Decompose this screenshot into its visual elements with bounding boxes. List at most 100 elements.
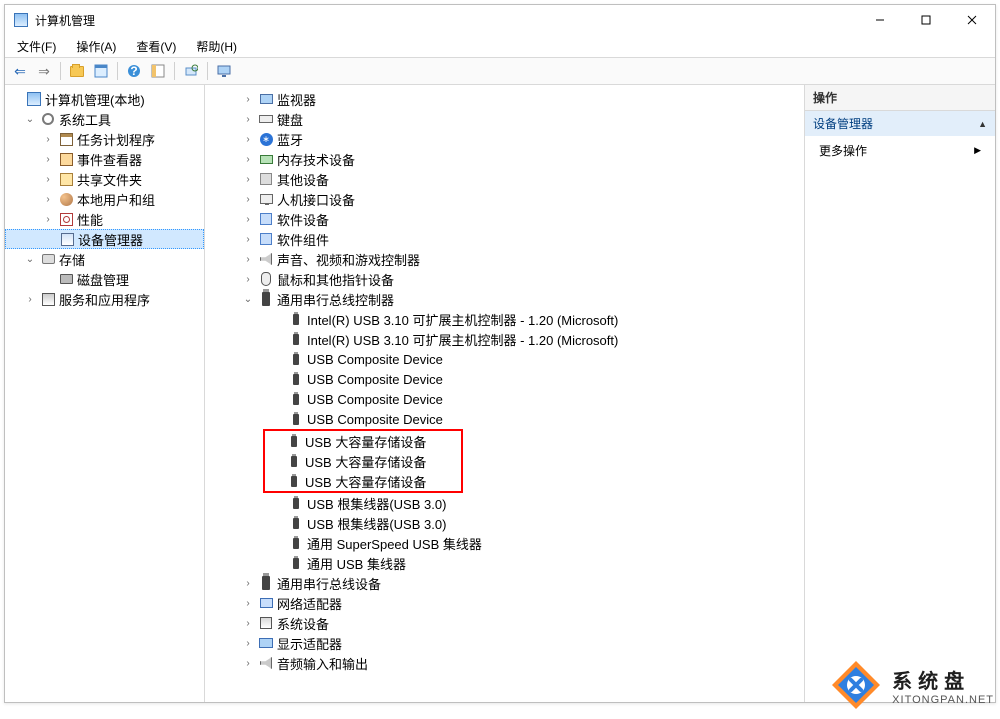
window-controls [857,5,995,35]
chevron-right-icon[interactable]: › [241,152,255,166]
hid-icon [258,191,274,207]
tree-item[interactable]: USB 大容量存储设备 [265,471,461,491]
up-folder-button[interactable] [66,60,88,82]
tree-item[interactable]: ›键盘 [205,109,804,129]
maximize-button[interactable] [903,5,949,35]
tree-item[interactable]: ›服务和应用程序 [5,289,204,309]
tree-item[interactable]: › 系统设备 [205,613,804,633]
chevron-right-icon[interactable]: › [41,132,55,146]
tree-item[interactable]: USB 大容量存储设备 [265,451,461,471]
center-tree-pane[interactable]: ›监视器›键盘›∗蓝牙›内存技术设备›其他设备›人机接口设备›软件设备›软件组件… [205,85,805,702]
tree-item[interactable]: ›性能 [5,209,204,229]
nav-back-button[interactable]: ⇐ [9,60,31,82]
tree-item[interactable]: ›鼠标和其他指针设备 [205,269,804,289]
gear-icon [40,111,56,127]
chevron-down-icon[interactable]: ⌄ [241,292,255,306]
scan-button[interactable] [180,60,202,82]
tree-item[interactable]: ›其他设备 [205,169,804,189]
chevron-right-icon[interactable]: › [41,212,55,226]
menu-view[interactable]: 查看(V) [128,36,184,57]
tree-item[interactable]: › 任务计划程序 [5,129,204,149]
chevron-right-icon[interactable]: › [41,172,55,186]
toolbar-separator [207,62,208,80]
chevron-right-icon[interactable]: › [241,132,255,146]
chevron-right-icon[interactable]: › [241,172,255,186]
tree-item[interactable]: 计算机管理(本地) [5,89,204,109]
titlebar[interactable]: 计算机管理 [5,5,995,35]
properties-button[interactable] [90,60,112,82]
tree-item[interactable]: ⌄存储 [5,249,204,269]
view-pane-button[interactable] [147,60,169,82]
device-icon [59,231,75,247]
chevron-right-icon[interactable]: › [241,636,255,650]
chevron-right-icon[interactable]: › [241,596,255,610]
chevron-right-icon[interactable]: › [241,92,255,106]
tree-item[interactable]: ›声音、视频和游戏控制器 [205,249,804,269]
tree-item-label: 系统设备 [277,614,329,633]
menu-action[interactable]: 操作(A) [68,36,124,57]
tree-item[interactable]: Intel(R) USB 3.10 可扩展主机控制器 - 1.20 (Micro… [205,329,804,349]
chevron-right-icon[interactable]: › [241,656,255,670]
chevron-right-icon[interactable]: › [241,112,255,126]
minimize-button[interactable] [857,5,903,35]
tree-item[interactable]: ›音频输入和输出 [205,653,804,673]
chevron-right-icon[interactable]: › [41,152,55,166]
tree-item[interactable]: ›人机接口设备 [205,189,804,209]
menu-help[interactable]: 帮助(H) [188,36,245,57]
expander-spacer [271,496,285,510]
tree-item[interactable]: USB 大容量存储设备 [265,431,461,451]
tree-item[interactable]: USB Composite Device [205,409,804,429]
chevron-right-icon[interactable]: › [241,212,255,226]
tree-item[interactable]: ›内存技术设备 [205,149,804,169]
left-tree-pane[interactable]: 计算机管理(本地)⌄系统工具 › 任务计划程序›事件查看器›共享文件夹›本地用户和组… [5,85,205,702]
tree-item[interactable]: ›软件组件 [205,229,804,249]
chevron-right-icon[interactable]: › [23,292,37,306]
menu-file[interactable]: 文件(F) [9,36,64,57]
actions-section[interactable]: 设备管理器 ▲ [805,111,995,136]
chevron-right-icon[interactable]: › [241,252,255,266]
tree-item[interactable]: USB 根集线器(USB 3.0) [205,513,804,533]
chevron-down-icon[interactable]: ⌄ [23,252,37,266]
chevron-right-icon[interactable]: › [241,272,255,286]
tree-item[interactable]: USB Composite Device [205,349,804,369]
tree-item[interactable]: Intel(R) USB 3.10 可扩展主机控制器 - 1.20 (Micro… [205,309,804,329]
tree-item[interactable]: ›显示适配器 [205,633,804,653]
sound-icon [258,251,274,267]
tree-item[interactable]: ⌄通用串行总线控制器 [205,289,804,309]
tree-item[interactable]: ›软件设备 [205,209,804,229]
chevron-right-icon[interactable]: › [241,616,255,630]
tree-item[interactable]: 通用 SuperSpeed USB 集线器 [205,533,804,553]
chevron-right-icon[interactable]: › [241,232,255,246]
tree-item[interactable]: 通用 USB 集线器 [205,553,804,573]
tree-item[interactable]: USB Composite Device [205,369,804,389]
tree-item[interactable]: ›监视器 [205,89,804,109]
watermark-en: XITONGPAN.NET [892,694,994,706]
usb-small-icon [288,311,304,327]
help-button[interactable]: ? [123,60,145,82]
tree-item[interactable]: › 网络适配器 [205,593,804,613]
main-area: 计算机管理(本地)⌄系统工具 › 任务计划程序›事件查看器›共享文件夹›本地用户和组… [5,85,995,702]
tree-item[interactable]: ›共享文件夹 [5,169,204,189]
usb-icon [258,291,274,307]
nav-forward-button[interactable]: ⇒ [33,60,55,82]
tree-item[interactable]: ›通用串行总线设备 [205,573,804,593]
tree-item-label: 网络适配器 [277,594,342,613]
tree-item[interactable]: 设备管理器 [5,229,204,249]
tree-item[interactable]: ›本地用户和组 [5,189,204,209]
tree-item[interactable]: USB Composite Device [205,389,804,409]
monitor-button[interactable] [213,60,235,82]
chevron-right-icon[interactable]: › [241,576,255,590]
more-actions-item[interactable]: 更多操作 ▶ [805,136,995,165]
tree-item[interactable]: 磁盘管理 [5,269,204,289]
tree-item[interactable]: ›事件查看器 [5,149,204,169]
tree-item[interactable]: ›∗蓝牙 [205,129,804,149]
chevron-right-icon[interactable]: › [241,192,255,206]
expander-spacer [271,312,285,326]
tree-item[interactable]: USB 根集线器(USB 3.0) [205,493,804,513]
toolbar: ⇐ ⇒ ? [5,57,995,85]
tree-item[interactable]: ⌄系统工具 [5,109,204,129]
chevron-down-icon[interactable]: ⌄ [23,112,37,126]
chevron-right-icon[interactable]: › [41,192,55,206]
tree-item-label: 任务计划程序 [77,130,155,149]
close-button[interactable] [949,5,995,35]
